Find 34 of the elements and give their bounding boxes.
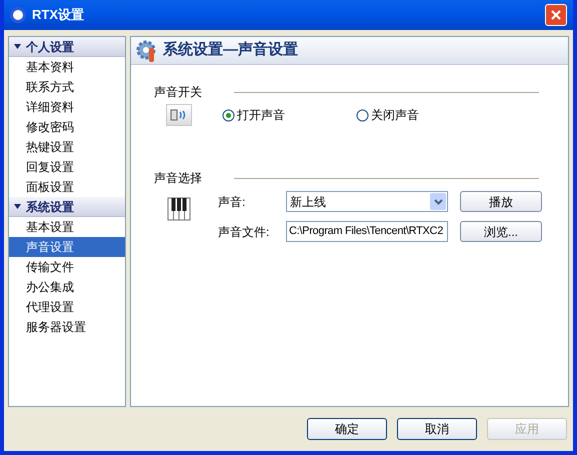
- radio-option[interactable]: 关闭声音: [356, 106, 419, 124]
- panel-title: 系统设置—声音设置: [163, 40, 298, 60]
- sidebar-item[interactable]: 详细资料: [9, 97, 125, 117]
- sidebar-item[interactable]: 基本设置: [9, 217, 125, 237]
- sidebar-item[interactable]: 代理设置: [9, 297, 125, 317]
- piano-keys-icon: [167, 197, 191, 221]
- field-label: 声音文件:: [218, 224, 270, 240]
- action-button[interactable]: 浏览...: [460, 221, 542, 242]
- close-button[interactable]: [545, 4, 567, 26]
- sidebar-item[interactable]: 面板设置: [9, 177, 125, 197]
- sidebar-item[interactable]: 办公集成: [9, 277, 125, 297]
- sidebar-item[interactable]: 热键设置: [9, 137, 125, 157]
- dialog-button[interactable]: 确定: [307, 418, 387, 440]
- sidebar-group-header[interactable]: 系统设置: [9, 197, 125, 217]
- action-button[interactable]: 播放: [460, 191, 542, 212]
- sidebar-item[interactable]: 声音设置: [9, 237, 125, 257]
- sidebar-item[interactable]: 传输文件: [9, 257, 125, 277]
- window-title: RTX设置: [32, 6, 84, 24]
- sidebar-item[interactable]: 回复设置: [9, 157, 125, 177]
- field-label: 声音:: [218, 194, 246, 210]
- section-label: 声音选择: [154, 170, 203, 187]
- sidebar-group-header[interactable]: 个人设置: [9, 37, 125, 57]
- speaker-switch-icon: [166, 104, 192, 126]
- dialog-button[interactable]: 取消: [397, 418, 477, 440]
- file-path-field[interactable]: C:\Program Files\Tencent\RTXC2: [286, 221, 448, 242]
- sound-dropdown[interactable]: 新上线: [286, 191, 448, 212]
- app-logo-icon: [10, 7, 26, 23]
- close-icon: [550, 9, 562, 21]
- sidebar-item[interactable]: 修改密码: [9, 117, 125, 137]
- section-label: 声音开关: [154, 84, 203, 101]
- sidebar-item[interactable]: 联系方式: [9, 77, 125, 97]
- radio-option[interactable]: 打开声音: [222, 106, 356, 124]
- sidebar-item[interactable]: 服务器设置: [9, 317, 125, 337]
- sidebar-item[interactable]: 基本资料: [9, 57, 125, 77]
